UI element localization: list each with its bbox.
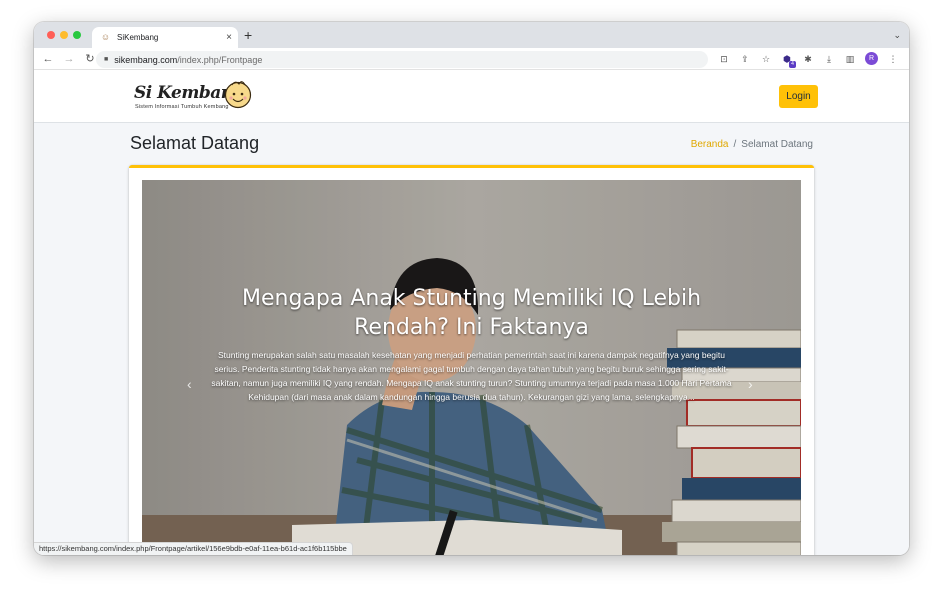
breadcrumb-current: Selamat Datang <box>741 139 813 150</box>
web-page: Si Kembang Sistem Informasi Tumbuh Kemba… <box>34 71 909 555</box>
slide-summary: Stunting merupakan salah satu masalah ke… <box>211 350 732 402</box>
slide-caption: Mengapa Anak Stunting Memiliki IQ Lebih … <box>206 284 737 404</box>
lock-icon: ■ <box>104 56 109 63</box>
maximize-window-button[interactable] <box>73 31 81 39</box>
login-button[interactable]: Login <box>779 85 818 108</box>
reload-icon[interactable]: ↻ <box>83 52 97 66</box>
browser-toolbar: ← → ↻ ■ sikembang.com /index.php/Frontpa… <box>34 48 909 70</box>
link-status-bar: https://sikembang.com/index.php/Frontpag… <box>34 542 353 555</box>
new-tab-icon[interactable]: + <box>244 28 252 42</box>
baby-face-icon <box>224 81 252 109</box>
breadcrumb-separator: / <box>733 139 737 150</box>
breadcrumb-home-link[interactable]: Beranda <box>691 139 729 150</box>
brand-tagline: Sistem Informasi Tumbuh Kembang <box>135 104 229 110</box>
content-header: Selamat Datang Beranda / Selamat Datang <box>130 133 813 157</box>
forward-arrow-icon[interactable]: → <box>62 52 76 66</box>
back-arrow-icon[interactable]: ← <box>41 52 55 66</box>
install-app-icon[interactable]: ⊡ <box>718 53 730 65</box>
minimize-window-button[interactable] <box>60 31 68 39</box>
tab-title: SiKembang <box>117 33 159 42</box>
breadcrumb: Beranda / Selamat Datang <box>691 139 813 150</box>
bookmark-star-icon[interactable]: ☆ <box>760 53 772 65</box>
site-favicon-icon: ☺ <box>100 32 111 42</box>
extension-badge-icon[interactable]: ⬢ <box>781 53 796 68</box>
site-logo[interactable]: Si Kembang Sistem Informasi Tumbuh Kemba… <box>134 79 258 115</box>
tab-search-chevron-icon[interactable]: ⌄ <box>893 30 901 41</box>
tab-strip: ☺ SiKembang × + ⌄ <box>34 22 909 48</box>
browser-tab[interactable]: ☺ SiKembang × <box>92 27 238 48</box>
carousel-next-icon[interactable]: › <box>748 376 753 392</box>
address-bar[interactable]: ■ sikembang.com /index.php/Frontpage <box>96 51 708 68</box>
close-window-button[interactable] <box>47 31 55 39</box>
toolbar-icons: ⊡ ⇪ ☆ ⬢ ✱ ⤓ ▥ R ⋮ <box>718 52 899 68</box>
slide-title[interactable]: Mengapa Anak Stunting Memiliki IQ Lebih … <box>206 284 737 342</box>
side-panel-icon[interactable]: ▥ <box>844 53 856 65</box>
extensions-puzzle-icon[interactable]: ✱ <box>802 53 814 65</box>
site-navbar: Si Kembang Sistem Informasi Tumbuh Kemba… <box>34 71 909 123</box>
share-icon[interactable]: ⇪ <box>739 53 751 65</box>
article-carousel[interactable]: ‹ › Mengapa Anak Stunting Memiliki IQ Le… <box>142 180 801 555</box>
article-card: ‹ › Mengapa Anak Stunting Memiliki IQ Le… <box>129 165 814 555</box>
carousel-prev-icon[interactable]: ‹ <box>187 376 192 392</box>
download-icon[interactable]: ⤓ <box>823 53 835 65</box>
page-title: Selamat Datang <box>130 133 260 153</box>
profile-avatar[interactable]: R <box>865 52 878 65</box>
browser-window: ☺ SiKembang × + ⌄ ← → ↻ ■ sikembang.com … <box>34 22 909 555</box>
url-path: /index.php/Frontpage <box>177 54 263 65</box>
tab-close-icon[interactable]: × <box>226 32 232 43</box>
url-host: sikembang.com <box>114 54 178 65</box>
more-menu-icon[interactable]: ⋮ <box>887 53 899 65</box>
